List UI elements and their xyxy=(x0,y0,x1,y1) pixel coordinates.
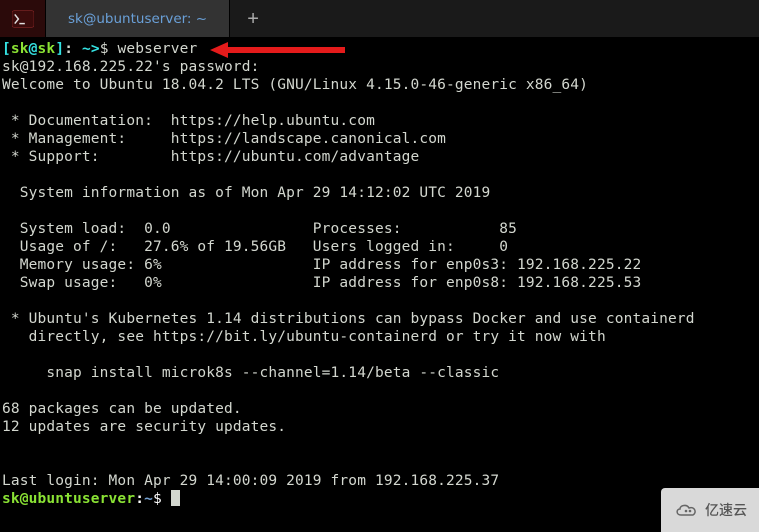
line-sysinfo-hdr: System information as of Mon Apr 29 14:1… xyxy=(2,185,490,201)
prompt2-user: sk@ubuntuserver xyxy=(2,491,135,507)
prompt2-dollar: $ xyxy=(153,491,171,507)
line-upd-1: 68 packages can be updated. xyxy=(2,401,242,417)
prompt-dollar: $ xyxy=(100,41,118,57)
tab-active[interactable]: sk@ubuntuserver: ~ xyxy=(46,0,230,37)
prompt-host: sk xyxy=(38,41,56,57)
tab-bar: sk@ubuntuserver: ~ + xyxy=(0,0,759,38)
tab-title: sk@ubuntuserver: ~ xyxy=(68,10,207,28)
prompt2-path: ~ xyxy=(144,491,153,507)
terminal-app-icon[interactable] xyxy=(0,0,46,37)
line-k8s-1: * Ubuntu's Kubernetes 1.14 distributions… xyxy=(2,311,695,327)
line-password: sk@192.168.225.22's password: xyxy=(2,59,260,75)
prompt-bracket: [ xyxy=(2,41,11,57)
line-mgmt: * Management: https://landscape.canonica… xyxy=(2,131,446,147)
line-sys-4: Swap usage: 0% IP address for enp0s8: 19… xyxy=(2,275,641,291)
line-support: * Support: https://ubuntu.com/advantage xyxy=(2,149,419,165)
line-upd-2: 12 updates are security updates. xyxy=(2,419,286,435)
watermark-text: 亿速云 xyxy=(705,501,747,519)
command-text: webserver xyxy=(118,41,198,57)
prompt-sep: : xyxy=(64,41,82,57)
line-sys-1: System load: 0.0 Processes: 85 xyxy=(2,221,517,237)
line-k8s-2: directly, see https://bit.ly/ubuntu-cont… xyxy=(2,329,606,345)
prompt-bracket: ] xyxy=(55,41,64,57)
cursor-block xyxy=(171,490,180,506)
line-lastlogin: Last login: Mon Apr 29 14:00:09 2019 fro… xyxy=(2,473,499,489)
prompt-user: sk xyxy=(11,41,29,57)
arrow-body xyxy=(225,47,345,53)
watermark-badge: 亿速云 xyxy=(661,488,759,532)
terminal-icon xyxy=(12,10,34,28)
new-tab-button[interactable]: + xyxy=(230,0,276,37)
annotation-arrow xyxy=(210,43,345,57)
prompt2-colon: : xyxy=(135,491,144,507)
prompt-at: @ xyxy=(29,41,38,57)
line-sys-2: Usage of /: 27.6% of 19.56GB Users logge… xyxy=(2,239,508,255)
plus-icon: + xyxy=(247,10,259,28)
line-welcome: Welcome to Ubuntu 18.04.2 LTS (GNU/Linux… xyxy=(2,77,588,93)
line-doc: * Documentation: https://help.ubuntu.com xyxy=(2,113,375,129)
cloud-icon xyxy=(673,501,701,519)
prompt-path: ~> xyxy=(82,41,100,57)
terminal-output[interactable]: [sk@sk]: ~>$ webserver sk@192.168.225.22… xyxy=(0,38,759,510)
line-k8s-3: snap install microk8s --channel=1.14/bet… xyxy=(2,365,499,381)
line-sys-3: Memory usage: 6% IP address for enp0s3: … xyxy=(2,257,641,273)
